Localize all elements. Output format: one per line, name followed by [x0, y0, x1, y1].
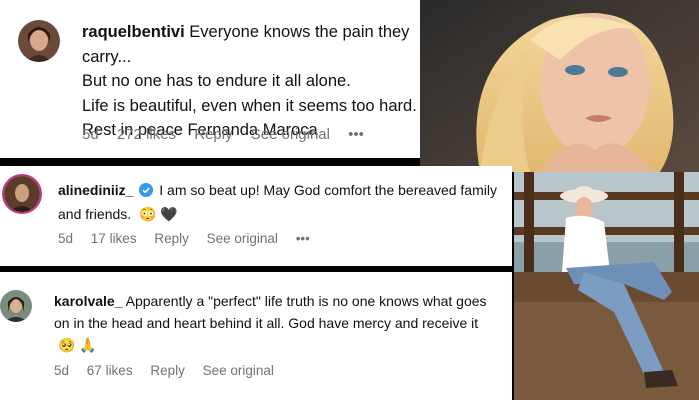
see-original-button[interactable]: See original [251, 126, 330, 143]
comment-text: karolvale_ Apparently a "perfect" life t… [54, 290, 494, 356]
username[interactable]: raquelbentivi [82, 23, 185, 41]
comment-meta: 5d 272 likes Reply See original ••• [82, 126, 378, 143]
avatar[interactable] [18, 20, 60, 62]
see-original-button[interactable]: See original [203, 363, 274, 378]
comment-text: alinediniiz_ I am so beat up! May God co… [58, 178, 508, 226]
cowgirl-photo [514, 172, 699, 400]
avatar[interactable] [0, 290, 32, 322]
comment-age: 5d [58, 231, 74, 246]
avatar[interactable] [2, 174, 42, 214]
username[interactable]: alinediniiz_ [58, 182, 133, 198]
comment-line: Life is beautiful, even when it seems to… [82, 96, 417, 115]
reply-button[interactable]: Reply [150, 363, 185, 378]
likes-count[interactable]: 17 likes [91, 231, 137, 246]
portrait-photo [420, 0, 699, 173]
comment-line: But no one has to endure it all alone. [82, 72, 351, 90]
emoji-reactions: 😳 🖤 [139, 206, 178, 222]
verified-badge-icon [139, 180, 154, 197]
comment-age: 5d [82, 126, 99, 143]
comment-card-raquelbentivi: raquelbentivi Everyone knows the pain th… [0, 0, 460, 158]
username[interactable]: karolvale_ [54, 293, 123, 309]
see-original-button[interactable]: See original [207, 231, 278, 246]
comment-card-alinediniiz: alinediniiz_ I am so beat up! May God co… [0, 166, 512, 266]
comment-age: 5d [54, 363, 70, 378]
more-options-icon[interactable]: ••• [296, 231, 310, 246]
likes-count[interactable]: 272 likes [117, 126, 176, 143]
reply-button[interactable]: Reply [194, 126, 232, 143]
comment-meta: 5d 67 likes Reply See original [54, 363, 288, 378]
reply-button[interactable]: Reply [154, 231, 189, 246]
more-options-icon[interactable]: ••• [348, 126, 364, 143]
comment-text: raquelbentivi Everyone knows the pain th… [82, 20, 452, 143]
comment-card-karolvale: karolvale_ Apparently a "perfect" life t… [0, 272, 512, 400]
likes-count[interactable]: 67 likes [87, 363, 133, 378]
emoji-reactions: 🥺 🙏 [58, 337, 97, 353]
comment-meta: 5d 17 likes Reply See original ••• [58, 231, 324, 246]
